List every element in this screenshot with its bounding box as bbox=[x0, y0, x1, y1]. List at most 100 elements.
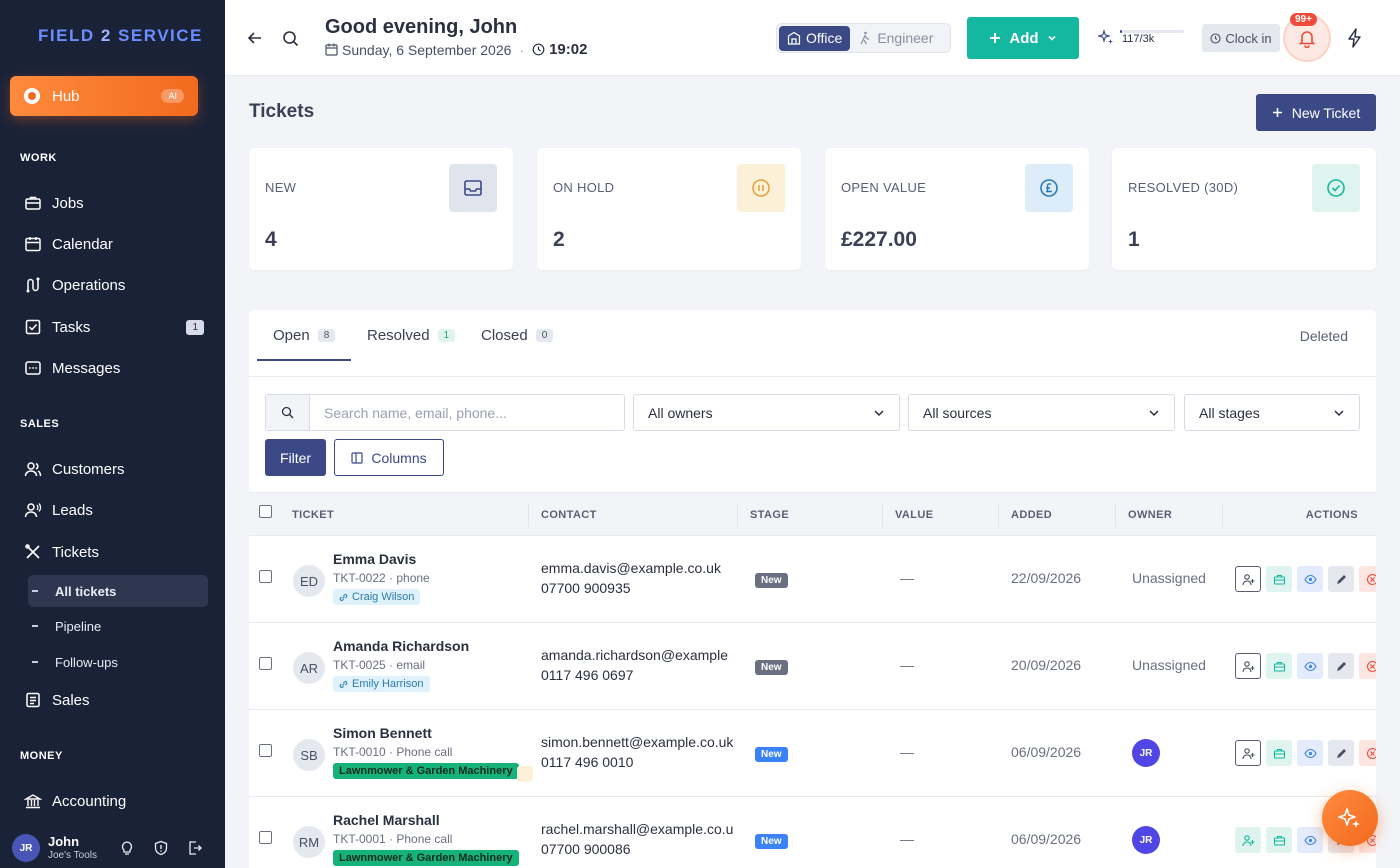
brand-logo[interactable]: FIELD 2 SERVICE bbox=[38, 26, 203, 46]
hub-label: Hub bbox=[52, 87, 80, 105]
lightbulb-icon[interactable] bbox=[119, 840, 135, 856]
row-checkbox[interactable] bbox=[259, 570, 272, 583]
clock-in-button[interactable]: Clock in bbox=[1202, 24, 1280, 52]
columns-label: Columns bbox=[371, 449, 427, 466]
ticket-added: 06/09/2026 bbox=[1011, 744, 1082, 760]
sources-select[interactable]: All sources bbox=[908, 394, 1175, 431]
view-button[interactable] bbox=[1297, 740, 1323, 766]
edit-button[interactable] bbox=[1328, 740, 1354, 766]
stage-badge: New bbox=[755, 573, 788, 588]
hub-button[interactable]: Hub AI bbox=[10, 76, 198, 116]
sparkles-icon bbox=[1098, 28, 1113, 44]
view-button[interactable] bbox=[1297, 827, 1323, 853]
sidebar-item-leads[interactable]: Leads bbox=[24, 496, 204, 524]
edit-button[interactable] bbox=[1328, 653, 1354, 679]
assign-button[interactable] bbox=[1235, 827, 1261, 853]
view-button[interactable] bbox=[1297, 566, 1323, 592]
col-stage[interactable]: STAGE bbox=[750, 509, 789, 521]
calendar-icon bbox=[25, 237, 41, 252]
col-ticket[interactable]: TICKET bbox=[292, 509, 334, 521]
stat-value: £227.00 bbox=[841, 228, 917, 251]
table-row[interactable]: AR Amanda Richardson TKT-0025 · email Em… bbox=[249, 623, 1376, 710]
sidebar-item-calendar[interactable]: Calendar bbox=[24, 230, 204, 258]
view-button[interactable] bbox=[1297, 653, 1323, 679]
sidebar-item-operations[interactable]: Operations bbox=[24, 271, 204, 299]
assign-button[interactable] bbox=[1235, 653, 1261, 679]
sidebar-item-jobs[interactable]: Jobs bbox=[24, 189, 204, 217]
new-ticket-button[interactable]: New Ticket bbox=[1256, 94, 1376, 131]
delete-button[interactable] bbox=[1359, 653, 1376, 679]
briefcase-icon bbox=[1273, 748, 1285, 759]
search-icon[interactable] bbox=[282, 30, 299, 47]
user-avatar[interactable]: JR bbox=[12, 834, 40, 862]
ai-usage-meter[interactable]: 117/3k bbox=[1098, 28, 1184, 45]
search-input[interactable] bbox=[310, 395, 610, 430]
add-button[interactable]: Add bbox=[967, 17, 1079, 59]
search-field bbox=[265, 394, 625, 431]
sidebar-item-tickets[interactable]: Tickets bbox=[24, 538, 204, 566]
col-contact[interactable]: CONTACT bbox=[541, 509, 597, 521]
delete-button[interactable] bbox=[1359, 740, 1376, 766]
shield-icon[interactable] bbox=[153, 840, 169, 856]
lightning-icon[interactable] bbox=[1346, 28, 1364, 48]
sidebar-subitem-follow-ups[interactable]: Follow-ups bbox=[28, 646, 208, 678]
contact-phone: 07700 900935 bbox=[541, 580, 631, 596]
eye-icon bbox=[1303, 661, 1317, 671]
assignee-tag: Craig Wilson bbox=[333, 589, 421, 605]
columns-button[interactable]: Columns bbox=[334, 439, 444, 476]
filter-button[interactable]: Filter bbox=[265, 439, 326, 476]
edit-button[interactable] bbox=[1328, 566, 1354, 592]
ticket-name[interactable]: Rachel Marshall bbox=[333, 812, 440, 828]
ai-assistant-fab[interactable] bbox=[1322, 790, 1378, 846]
convert-to-job-button[interactable] bbox=[1266, 653, 1292, 679]
assign-button[interactable] bbox=[1235, 566, 1261, 592]
stat-card-on-hold: ON HOLD 2 bbox=[537, 148, 801, 270]
select-all-checkbox[interactable] bbox=[259, 505, 272, 518]
ticket-name[interactable]: Simon Bennett bbox=[333, 725, 432, 741]
usage-bar bbox=[1120, 30, 1184, 33]
delete-button[interactable] bbox=[1359, 566, 1376, 592]
close-circle-icon bbox=[1366, 573, 1376, 585]
mode-engineer-button[interactable]: Engineer bbox=[850, 26, 941, 51]
col-owner[interactable]: OWNER bbox=[1128, 509, 1172, 521]
contact-avatar: ED bbox=[293, 565, 325, 597]
logout-icon[interactable] bbox=[187, 840, 203, 856]
sidebar-subitem-pipeline[interactable]: Pipeline bbox=[28, 610, 208, 642]
mode-office-button[interactable]: Office bbox=[779, 25, 851, 51]
tab-closed[interactable]: Closed 0 bbox=[481, 327, 554, 344]
stat-value: 1 bbox=[1128, 228, 1140, 251]
convert-to-job-button[interactable] bbox=[1266, 566, 1292, 592]
row-checkbox[interactable] bbox=[259, 831, 272, 844]
deleted-tab[interactable]: Deleted bbox=[1300, 328, 1348, 344]
sidebar-subitem-all-tickets[interactable]: All tickets bbox=[28, 575, 208, 607]
walking-icon bbox=[860, 31, 870, 45]
mode-office-label: Office bbox=[806, 30, 843, 46]
user-signal-icon bbox=[24, 503, 42, 518]
ticket-name[interactable]: Amanda Richardson bbox=[333, 638, 469, 654]
col-added[interactable]: ADDED bbox=[1011, 509, 1052, 521]
sidebar-item-accounting[interactable]: Accounting bbox=[24, 787, 204, 815]
convert-to-job-button[interactable] bbox=[1266, 740, 1292, 766]
convert-to-job-button[interactable] bbox=[1266, 827, 1292, 853]
tab-resolved[interactable]: Resolved 1 bbox=[367, 327, 456, 344]
col-value[interactable]: VALUE bbox=[895, 509, 933, 521]
table-row[interactable]: RM Rachel Marshall TKT-0001 · Phone call… bbox=[249, 797, 1376, 868]
sidebar-item-sales[interactable]: Sales bbox=[24, 686, 204, 714]
building-icon bbox=[787, 31, 801, 45]
sidebar-item-tasks[interactable]: Tasks 1 bbox=[24, 313, 204, 341]
stat-value: 4 bbox=[265, 228, 277, 251]
table-row[interactable]: SB Simon Bennett TKT-0010 · Phone call L… bbox=[249, 710, 1376, 797]
back-arrow-icon[interactable] bbox=[247, 30, 263, 46]
owners-select[interactable]: All owners bbox=[633, 394, 900, 431]
ticket-name[interactable]: Emma Davis bbox=[333, 551, 416, 567]
table-row[interactable]: ED Emma Davis TKT-0022 · phone Craig Wil… bbox=[249, 536, 1376, 623]
stages-select[interactable]: All stages bbox=[1184, 394, 1360, 431]
tab-open[interactable]: Open 8 bbox=[273, 327, 336, 344]
row-checkbox[interactable] bbox=[259, 744, 272, 757]
sidebar-item-customers[interactable]: Customers bbox=[24, 455, 204, 483]
sidebar-item-messages[interactable]: Messages bbox=[24, 354, 204, 382]
chevron-down-icon bbox=[874, 409, 884, 416]
briefcase-icon bbox=[1273, 574, 1285, 585]
assign-button[interactable] bbox=[1235, 740, 1261, 766]
row-checkbox[interactable] bbox=[259, 657, 272, 670]
